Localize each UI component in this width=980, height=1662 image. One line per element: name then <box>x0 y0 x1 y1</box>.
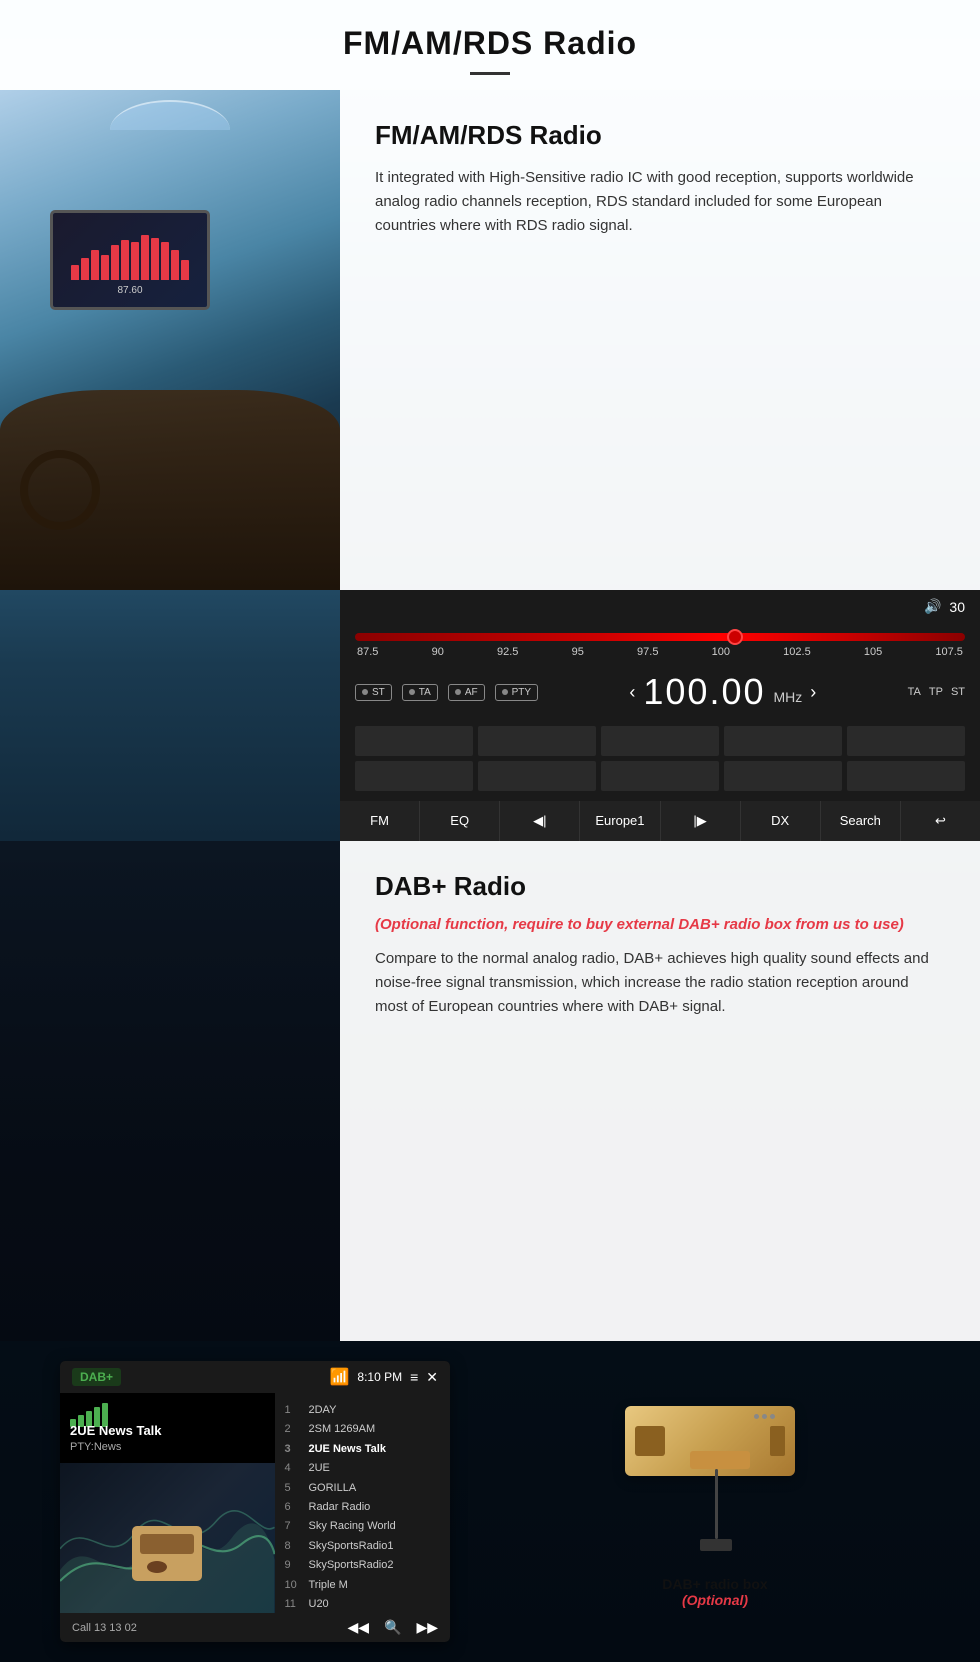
eq-button[interactable]: EQ <box>420 801 500 841</box>
search-button[interactable]: Search <box>821 801 901 841</box>
volume-level: 30 <box>949 599 965 615</box>
dab-controls: ◀◀ 🔍 ▶▶ <box>347 1619 438 1636</box>
dab-prev-btn[interactable]: ◀◀ <box>347 1619 369 1636</box>
dab-left-panel <box>0 841 340 1341</box>
prev-button[interactable]: ◀| <box>500 801 580 841</box>
dab-header: DAB+ 📶 8:10 PM ≡ ✕ <box>60 1361 450 1393</box>
back-button[interactable]: ↩ <box>901 801 980 841</box>
close-icon: ✕ <box>426 1369 438 1386</box>
badge-ta[interactable]: TA <box>402 684 438 701</box>
preset-1[interactable] <box>355 726 473 756</box>
next-button[interactable]: |▶ <box>661 801 741 841</box>
channel-2[interactable]: 22SM 1269AM <box>285 1420 441 1439</box>
radio-controls: ST TA AF PTY ‹ 100.00 MHz › TA TP ST <box>340 663 980 721</box>
channel-11[interactable]: 11U20 <box>285 1595 441 1613</box>
fm-description: It integrated with High-Sensitive radio … <box>375 166 945 238</box>
channel-7[interactable]: 7Sky Racing World <box>285 1517 441 1536</box>
fm-title: FM/AM/RDS Radio <box>375 120 945 151</box>
freq-up-arrow[interactable]: › <box>810 682 816 703</box>
fm-content-panel: FM/AM/RDS Radio It integrated with High-… <box>340 90 980 590</box>
dab-box-title: DAB+ radio box <box>662 1576 767 1592</box>
channel-6[interactable]: 6Radar Radio <box>285 1498 441 1517</box>
dab-footer: Call 13 13 02 ◀◀ 🔍 ▶▶ <box>60 1613 450 1642</box>
channel-9[interactable]: 9SkySportsRadio2 <box>285 1556 441 1575</box>
channel-10[interactable]: 10Triple M <box>285 1576 441 1595</box>
dab-time: 8:10 PM <box>357 1370 402 1384</box>
preset-3[interactable] <box>601 726 719 756</box>
preset-6[interactable] <box>355 761 473 791</box>
badge-pty[interactable]: PTY <box>495 684 538 701</box>
dab-channel-list: 12DAY 22SM 1269AM 32UE News Talk 42UE 5G… <box>275 1393 451 1613</box>
dab-visual-panel: 2UE News Talk PTY:News <box>60 1393 275 1613</box>
dx-button[interactable]: DX <box>741 801 821 841</box>
dab-title: DAB+ Radio <box>375 871 945 902</box>
car-panel-fm: 87.60 <box>0 90 340 590</box>
dab-box-image <box>615 1396 815 1556</box>
freq-labels: 87.5 90 92.5 95 97.5 100 102.5 105 107.5 <box>355 646 965 658</box>
preset-2[interactable] <box>478 726 596 756</box>
radio-volume-header: 🔊 30 <box>340 590 980 623</box>
fm-button[interactable]: FM <box>340 801 420 841</box>
station-name: 2UE News Talk <box>70 1423 162 1438</box>
frequency-bars <box>66 225 194 285</box>
freq-number: 100.00 <box>643 671 765 713</box>
freq-display: ‹ 100.00 MHz › <box>548 671 898 713</box>
car-freq-display: 87.60 <box>66 285 194 296</box>
radio-bottom-bar: FM EQ ◀| Europe1 |▶ DX Search ↩ <box>340 801 980 841</box>
dab-box-label: DAB+ radio box (Optional) <box>662 1576 767 1608</box>
menu-icon: ≡ <box>410 1369 418 1385</box>
freq-unit: MHz <box>774 689 803 705</box>
preset-5[interactable] <box>847 726 965 756</box>
preset-row-1 <box>340 721 980 761</box>
europe1-button[interactable]: Europe1 <box>580 801 660 841</box>
preset-7[interactable] <box>478 761 596 791</box>
page-title: FM/AM/RDS Radio <box>20 25 960 62</box>
radio-right-badges: TA TP ST <box>908 686 965 698</box>
preset-8[interactable] <box>601 761 719 791</box>
preset-row-2 <box>340 761 980 801</box>
dab-section: DAB+ Radio (Optional function, require t… <box>0 841 980 1341</box>
bottom-section: DAB+ 📶 8:10 PM ≡ ✕ <box>0 1341 980 1662</box>
dab-search-btn[interactable]: 🔍 <box>384 1619 401 1636</box>
fm-section: 87.60 FM/AM/RDS Radio It integrated with… <box>0 90 980 590</box>
call-info: Call 13 13 02 <box>72 1622 137 1634</box>
preset-10[interactable] <box>847 761 965 791</box>
signal-icon: 📶 <box>329 1367 349 1387</box>
dab-content-panel: DAB+ Radio (Optional function, require t… <box>340 841 980 1341</box>
dab-logo-badge: DAB+ <box>72 1368 121 1386</box>
channel-1[interactable]: 12DAY <box>285 1401 441 1420</box>
channel-5[interactable]: 5GORILLA <box>285 1479 441 1498</box>
car-screen: 87.60 <box>50 210 210 310</box>
dab-radio-icon <box>132 1526 202 1581</box>
freq-slider-track[interactable] <box>355 633 965 641</box>
preset-4[interactable] <box>724 726 842 756</box>
freq-slider-container: 87.5 90 92.5 95 97.5 100 102.5 105 107.5 <box>340 623 980 663</box>
dab-visual-art <box>60 1463 275 1613</box>
freq-down-arrow[interactable]: ‹ <box>629 682 635 703</box>
dab-main-content: 2UE News Talk PTY:News <box>60 1393 450 1613</box>
freq-slider-thumb[interactable] <box>727 629 743 645</box>
radio-ui-screenshot: 🔊 30 87.5 90 92.5 95 97.5 100 102.5 105 … <box>340 590 980 841</box>
pty-label: PTY:News <box>70 1441 121 1453</box>
dab-optional-note: (Optional function, require to buy exter… <box>375 914 945 935</box>
channel-8[interactable]: 8SkySportsRadio1 <box>285 1537 441 1556</box>
channel-4[interactable]: 42UE <box>285 1459 441 1478</box>
title-bar: FM/AM/RDS Radio <box>0 0 980 90</box>
dab-next-btn[interactable]: ▶▶ <box>416 1619 438 1636</box>
dab-box-panel: DAB+ radio box (Optional) <box>450 1341 980 1662</box>
dab-ui-panel: DAB+ 📶 8:10 PM ≡ ✕ <box>60 1361 450 1642</box>
dab-description: Compare to the normal analog radio, DAB+… <box>375 947 945 1019</box>
dab-box-optional: (Optional) <box>662 1592 767 1608</box>
badge-af[interactable]: AF <box>448 684 485 701</box>
volume-icon: 🔊 <box>924 598 941 615</box>
title-divider <box>470 72 510 75</box>
preset-9[interactable] <box>724 761 842 791</box>
channel-3[interactable]: 32UE News Talk <box>285 1440 441 1459</box>
badge-st[interactable]: ST <box>355 684 392 701</box>
